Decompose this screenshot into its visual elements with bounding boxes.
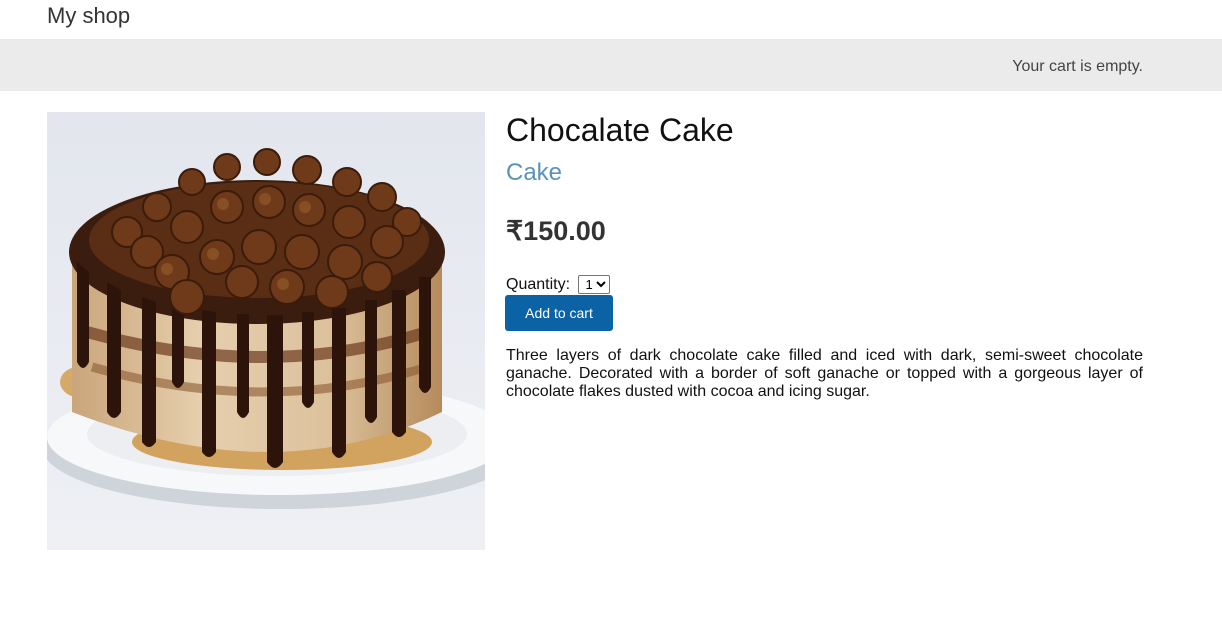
chocolate-cake-image (47, 112, 485, 550)
product-title: Chocalate Cake (506, 112, 734, 148)
cart-status-text: Your cart is empty. (1012, 58, 1143, 75)
product-description: Three layers of dark chocolate cake fill… (506, 347, 1143, 400)
quantity-select[interactable]: 1 (578, 275, 611, 295)
site-header: My shop (0, 0, 1222, 39)
quantity-label: Quantity: (506, 276, 571, 293)
product-image (47, 112, 485, 550)
add-to-cart-button[interactable]: Add to cart (505, 295, 613, 331)
product-price: ₹150.00 (506, 216, 606, 246)
shop-logo-link[interactable]: My shop (47, 3, 130, 29)
quantity-row: Quantity: 1 (506, 275, 611, 295)
product-category-link[interactable]: Cake (506, 158, 562, 188)
cart-bar: Your cart is empty. (0, 39, 1222, 91)
